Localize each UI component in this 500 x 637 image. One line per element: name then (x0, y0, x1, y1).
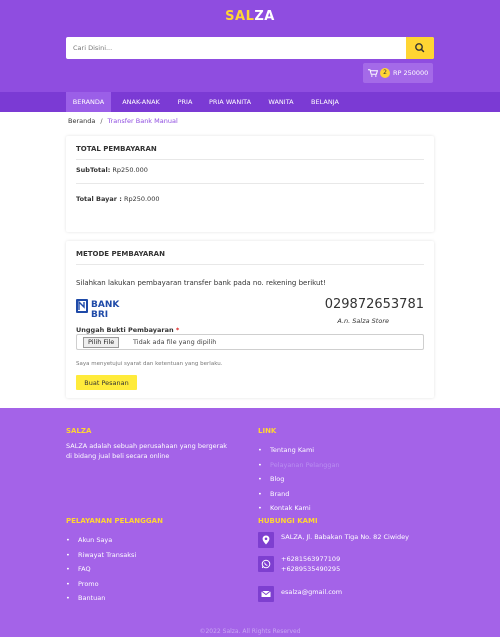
place-order-button[interactable]: Buat Pesanan (76, 375, 137, 390)
footer-about-title: SALZA (66, 427, 92, 435)
footer-link-kontak-kami[interactable]: Kontak Kami (258, 503, 340, 518)
nav-item-pria-wanita[interactable]: PRIA WANITA (202, 92, 258, 112)
whatsapp-icon (258, 556, 274, 572)
total-value: Rp250.000 (123, 195, 160, 203)
cart-count-badge: 2 (380, 68, 390, 78)
breadcrumb-home[interactable]: Beranda (68, 117, 95, 125)
footer-links: Tentang Kami Pelayanan Pelanggan Blog Br… (258, 445, 340, 518)
logo-part-2: ZA (254, 9, 275, 24)
subtotal-value: Rp250.000 (112, 166, 148, 174)
footer-service-riwayat-transaksi[interactable]: Riwayat Transaksi (66, 550, 136, 565)
copyright: ©2022 Salza. All Rights Reserved (199, 628, 301, 635)
agreement-text: Saya menyetujui syarat dan ketentuan yan… (76, 361, 223, 367)
divider (76, 183, 424, 184)
nav-item-pria[interactable]: PRIA (170, 92, 200, 112)
account-number: 029872653781 (324, 297, 424, 312)
file-status: Tidak ada file yang dipilih (133, 338, 217, 346)
footer-service-promo[interactable]: Promo (66, 579, 136, 594)
search-bar (66, 37, 434, 59)
choose-file-button[interactable]: Pilih File (83, 337, 120, 348)
footer-email[interactable]: esalza@gmail.com (281, 587, 342, 597)
footer-phone-1[interactable]: +6281563977109 (281, 554, 340, 564)
divider (76, 264, 424, 265)
footer-link-title: LINK (258, 427, 277, 435)
total-row: Total Bayar : Rp250.000 (76, 195, 159, 203)
file-upload-field[interactable]: Pilih File Tidak ada file yang dipilih (76, 334, 424, 350)
search-icon (415, 43, 425, 53)
site-footer: SALZA SALZA adalah sebuah perusahaan yan… (0, 408, 500, 637)
footer-link-tentang-kami[interactable]: Tentang Kami (258, 445, 340, 460)
envelope-icon (258, 586, 274, 602)
account-holder: A.n. Salza Store (337, 317, 389, 325)
payment-instruction: Silahkan lakukan pembayaran transfer ban… (76, 279, 326, 287)
footer-service-title: PELAYANAN PELANGGAN (66, 517, 163, 525)
bank-bri-logo: BANK BRI (76, 299, 128, 320)
cart-button[interactable]: 2 RP 250000 (363, 63, 433, 83)
cart-icon (368, 69, 378, 77)
subtotal-label: SubTotal: (76, 166, 111, 174)
footer-link-blog[interactable]: Blog (258, 474, 340, 489)
footer-phone-2[interactable]: +6289535490295 (281, 564, 340, 574)
footer-service-faq[interactable]: FAQ (66, 564, 136, 579)
payment-method-card: METODE PEMBAYARAN Silahkan lakukan pemba… (66, 241, 434, 398)
breadcrumb-current: Transfer Bank Manual (107, 117, 178, 125)
footer-service-bantuan[interactable]: Bantuan (66, 593, 136, 608)
nav-item-wanita[interactable]: WANITA (261, 92, 301, 112)
total-payment-card: TOTAL PEMBAYARAN SubTotal: Rp250.000 Tot… (66, 136, 434, 232)
nav-item-anak-anak[interactable]: ANAK-ANAK (114, 92, 168, 112)
footer-address: SALZA, Jl. Babakan Tiga No. 82 Ciwidey (281, 533, 409, 541)
required-mark: * (175, 326, 180, 334)
map-marker-icon (258, 532, 274, 548)
bank-name: BANK BRI (91, 300, 120, 320)
logo-part-1: SAL (225, 9, 255, 24)
nav-item-belanja[interactable]: BELANJA (304, 92, 346, 112)
subtotal-row: SubTotal: Rp250.000 (76, 166, 148, 174)
footer-about-text: SALZA adalah sebuah perusahaan yang berg… (66, 442, 228, 460)
upload-label-text: Unggah Bukti Pembayaran (76, 326, 174, 334)
breadcrumb: Beranda / Transfer Bank Manual (68, 117, 178, 125)
cart-total: RP 250000 (393, 69, 429, 77)
footer-link-brand[interactable]: Brand (258, 489, 340, 504)
footer-service-akun-saya[interactable]: Akun Saya (66, 535, 136, 550)
main-nav: BERANDA ANAK-ANAK PRIA PRIA WANITA WANIT… (0, 92, 500, 112)
search-button[interactable] (406, 37, 434, 59)
breadcrumb-separator: / (100, 117, 103, 125)
total-label: Total Bayar : (76, 195, 122, 203)
footer-contact-title: HUBUNGI KAMI (258, 517, 318, 525)
upload-label: Unggah Bukti Pembayaran * (76, 326, 179, 334)
bri-mark-icon (76, 299, 88, 313)
search-input[interactable] (66, 37, 406, 59)
nav-item-beranda[interactable]: BERANDA (66, 92, 111, 112)
site-logo[interactable]: SALZA (0, 9, 500, 24)
footer-link-pelayanan-pelanggan[interactable]: Pelayanan Pelanggan (258, 460, 340, 475)
site-header: SALZA 2 RP 250000 (0, 0, 500, 92)
payment-method-title: METODE PEMBAYARAN (76, 250, 165, 258)
total-payment-title: TOTAL PEMBAYARAN (76, 145, 157, 153)
footer-services: Akun Saya Riwayat Transaksi FAQ Promo Ba… (66, 535, 136, 608)
divider (76, 159, 424, 160)
